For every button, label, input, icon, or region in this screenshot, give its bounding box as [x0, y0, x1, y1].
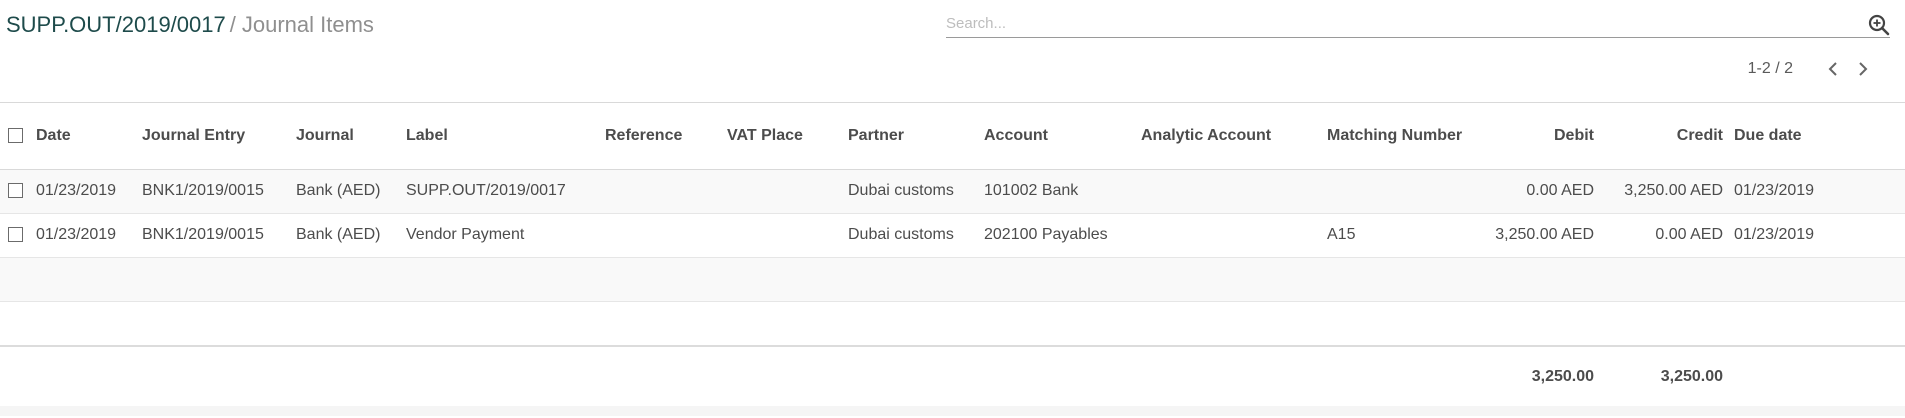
column-header-date[interactable]: Date [36, 103, 142, 169]
column-header-reference[interactable]: Reference [605, 103, 727, 169]
cell-matching-number: A15 [1327, 226, 1356, 243]
cell-journal-entry: BNK1/2019/0015 [142, 226, 264, 243]
column-header-label[interactable]: Label [406, 103, 605, 169]
row-select-cell [0, 169, 36, 213]
column-header-vat-place[interactable]: VAT Place [727, 103, 848, 169]
table-row[interactable]: 01/23/2019 BNK1/2019/0015 Bank (AED) Ven… [0, 213, 1905, 257]
column-header-journal-entry[interactable]: Journal Entry [142, 103, 296, 169]
row-checkbox[interactable] [8, 183, 23, 199]
cell-debit: 3,250.00 AED [1495, 226, 1594, 243]
cell-account: 101002 Bank [984, 182, 1079, 199]
cell-label: SUPP.OUT/2019/0017 [406, 182, 566, 199]
cell-vat-place [727, 213, 848, 257]
cell-spacer [1723, 213, 1734, 257]
pager: 1-2 / 2 [1748, 60, 1871, 78]
cell-credit: 0.00 AED [1655, 226, 1723, 243]
column-header-partner[interactable]: Partner [848, 103, 984, 169]
empty-row [0, 257, 1905, 301]
breadcrumb: SUPP.OUT/2019/0017/Journal Items [6, 12, 374, 38]
column-header-due-date[interactable]: Due date [1734, 103, 1905, 169]
breadcrumb-current: Journal Items [241, 12, 374, 37]
column-header-analytic-account[interactable]: Analytic Account [1141, 103, 1327, 169]
table-row[interactable]: 01/23/2019 BNK1/2019/0015 Bank (AED) SUP… [0, 169, 1905, 213]
control-panel: SUPP.OUT/2019/0017/Journal Items 1-2 / 2 [0, 0, 1905, 103]
row-checkbox[interactable] [8, 227, 23, 243]
cell-label: Vendor Payment [406, 226, 525, 243]
breadcrumb-parent-link[interactable]: SUPP.OUT/2019/0017 [6, 12, 226, 37]
empty-row [0, 301, 1905, 346]
cell-date: 01/23/2019 [36, 226, 117, 243]
bottom-strip [0, 406, 1905, 416]
cell-due-date: 01/23/2019 [1734, 226, 1815, 243]
column-header-journal[interactable]: Journal [296, 103, 406, 169]
totals-trailing [1723, 346, 1905, 406]
column-header-account[interactable]: Account [984, 103, 1141, 169]
cell-partner: Dubai customs [848, 182, 954, 199]
cell-journal-entry: BNK1/2019/0015 [142, 182, 264, 199]
table-header-row: Date Journal Entry Journal Label Referen… [0, 103, 1905, 169]
search-input[interactable] [946, 11, 1846, 35]
totals-spacer [0, 346, 1479, 406]
cell-reference [605, 213, 727, 257]
empty-cell [0, 257, 1905, 301]
cell-reference [605, 169, 727, 213]
cell-due-date: 01/23/2019 [1734, 182, 1815, 199]
pager-value[interactable]: 1-2 / 2 [1748, 60, 1793, 78]
total-credit: 3,250.00 [1660, 367, 1723, 385]
total-debit: 3,250.00 [1531, 367, 1594, 385]
row-select-cell [0, 213, 36, 257]
breadcrumb-separator: / [229, 12, 236, 37]
column-header-debit[interactable]: Debit [1479, 103, 1594, 169]
cell-journal: Bank (AED) [296, 182, 381, 199]
cell-analytic-account [1141, 169, 1327, 213]
select-all-cell [0, 103, 36, 169]
cell-partner: Dubai customs [848, 226, 954, 243]
chevron-left-icon[interactable] [1825, 60, 1841, 78]
cell-vat-place [727, 169, 848, 213]
search-bar [946, 11, 1890, 38]
search-plus-icon[interactable] [1868, 14, 1890, 36]
chevron-right-icon[interactable] [1855, 60, 1871, 78]
cell-matching-number [1327, 169, 1479, 213]
column-header-credit[interactable]: Credit [1594, 103, 1723, 169]
cell-account: 202100 Payables [984, 226, 1108, 243]
column-header-matching-number[interactable]: Matching Number [1327, 103, 1479, 169]
journal-items-table: Date Journal Entry Journal Label Referen… [0, 103, 1905, 406]
select-all-checkbox[interactable] [8, 128, 23, 144]
cell-credit: 3,250.00 AED [1624, 182, 1723, 199]
cell-date: 01/23/2019 [36, 182, 117, 199]
cell-analytic-account [1141, 213, 1327, 257]
column-spacer [1723, 103, 1734, 169]
empty-cell [0, 301, 1905, 346]
cell-spacer [1723, 169, 1734, 213]
cell-debit: 0.00 AED [1526, 182, 1594, 199]
cell-journal: Bank (AED) [296, 226, 381, 243]
totals-row: 3,250.00 3,250.00 [0, 346, 1905, 406]
